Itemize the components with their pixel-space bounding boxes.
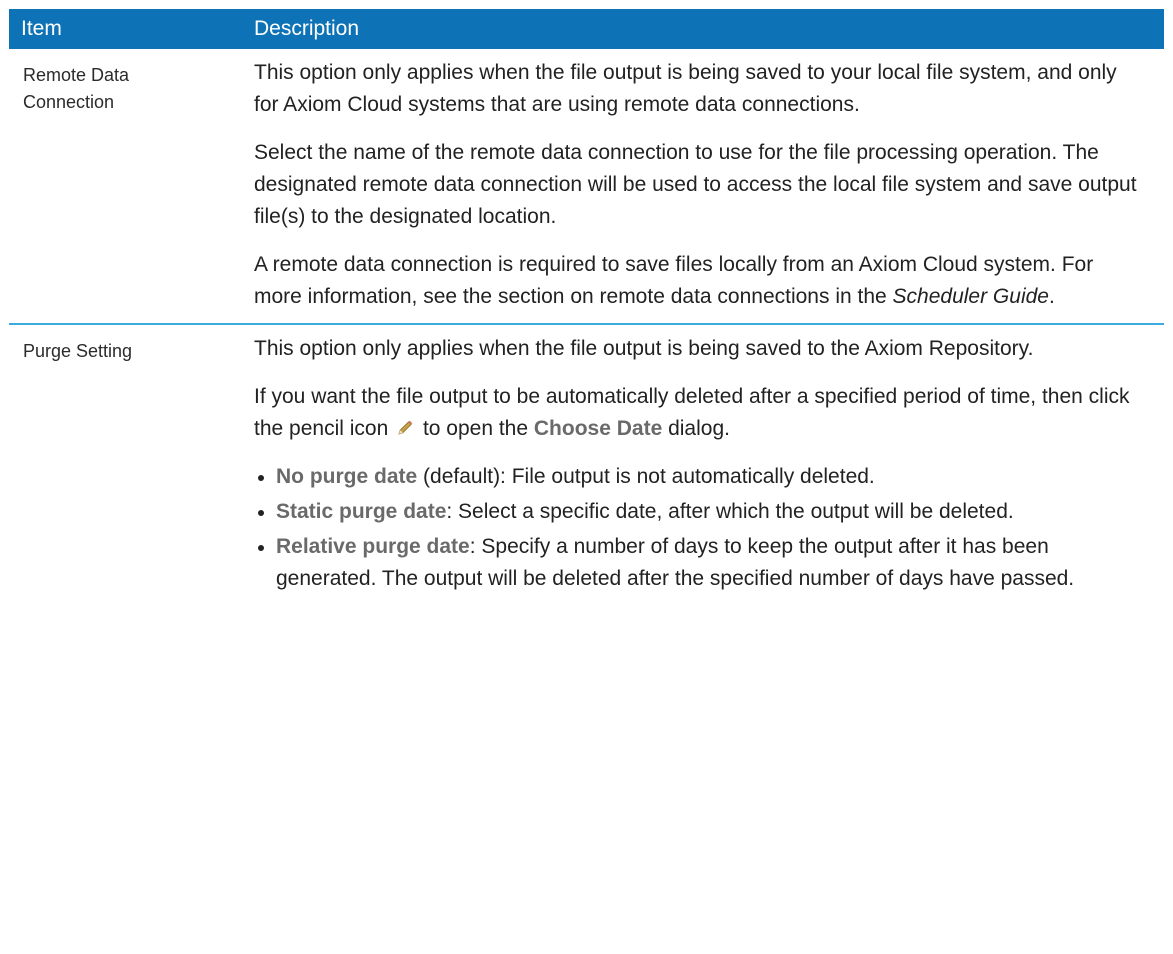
choose-date-dialog-name: Choose Date bbox=[533, 417, 663, 440]
pencil-icon bbox=[396, 415, 414, 435]
table-row-purge-setting: Purge Setting This option only applies w… bbox=[9, 325, 1164, 598]
description-remote-data-connection: This option only applies when the file o… bbox=[223, 49, 1164, 313]
item-purge-setting: Purge Setting bbox=[23, 341, 133, 361]
description-paragraph: This option only applies when the file o… bbox=[254, 337, 1034, 360]
item-remote-data-connection: Remote Data Connection bbox=[23, 65, 130, 112]
paragraph-text: dialog. bbox=[662, 417, 730, 440]
option-table: Item Description Remote Data Connection … bbox=[9, 9, 1164, 598]
list-item: No purge date (default): File output is … bbox=[254, 461, 1146, 493]
bullet-icon bbox=[258, 545, 264, 551]
header-description: Description bbox=[254, 17, 360, 40]
description-paragraph: A remote data connection is required to … bbox=[254, 249, 1146, 313]
description-paragraph: If you want the file output to be automa… bbox=[254, 381, 1146, 445]
option-term: Relative purge date bbox=[276, 535, 470, 558]
table-header: Item Description bbox=[9, 9, 1164, 49]
bullet-icon bbox=[258, 475, 264, 481]
scheduler-guide-reference: Scheduler Guide bbox=[892, 285, 1049, 308]
option-term: Static purge date bbox=[276, 500, 447, 523]
description-paragraph: This option only applies when the file o… bbox=[254, 61, 1117, 116]
paragraph-text: to open the bbox=[422, 417, 534, 440]
table-row-remote-data-connection: Remote Data Connection This option only … bbox=[9, 49, 1164, 325]
option-term: No purge date bbox=[276, 465, 418, 488]
description-purge-setting: This option only applies when the file o… bbox=[223, 325, 1164, 598]
list-item: Static purge date: Select a specific dat… bbox=[254, 496, 1146, 528]
description-paragraph: Select the name of the remote data conne… bbox=[254, 141, 1137, 228]
bullet-icon bbox=[258, 510, 264, 516]
list-item: Relative purge date: Specify a number of… bbox=[254, 531, 1146, 595]
option-text: : Select a specific date, after which th… bbox=[446, 500, 1014, 523]
option-text: (default): File output is not automatica… bbox=[417, 465, 875, 488]
purge-options-list: No purge date (default): File output is … bbox=[254, 461, 1146, 595]
header-item: Item bbox=[21, 17, 62, 40]
paragraph-text: . bbox=[1048, 285, 1055, 308]
